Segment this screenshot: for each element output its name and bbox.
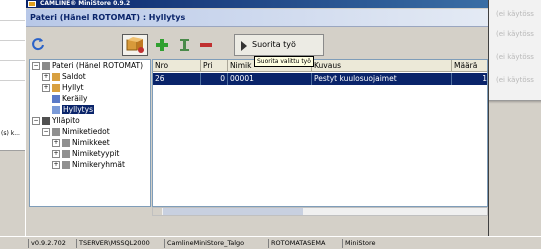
status-bar: v0.9.2.702 TSERVER\MSSQL2000 CamlineMini… <box>0 236 541 249</box>
status-station: ROTOMATASEMA <box>268 239 325 248</box>
background-right-item: (ei käytöss <box>496 76 534 84</box>
status-server: TSERVER\MSSQL2000 <box>76 239 150 248</box>
main-window: CAMLINE® MiniStore 0.9.2 Pateri (Hänel R… <box>25 0 489 236</box>
page-title: Pateri (Hänel ROTOMAT) : Hyllytys <box>30 13 186 22</box>
play-icon <box>241 41 247 51</box>
tree-item-label: Nimikkeet <box>72 138 110 147</box>
tooltip: Suorita valittu työ <box>254 56 314 67</box>
grid-icon <box>62 161 70 169</box>
table-cell: 0 <box>201 73 228 85</box>
expand-icon[interactable]: + <box>42 84 50 92</box>
column-header[interactable]: Pri <box>201 60 228 72</box>
table-cell: Pestyt kuulosuojaimet <box>312 73 452 85</box>
collapse-icon[interactable]: − <box>32 62 40 70</box>
edit-button[interactable] <box>178 34 190 56</box>
grid-icon <box>62 139 70 147</box>
app-icon <box>28 1 36 7</box>
tree-item-label: Keräily <box>62 94 88 103</box>
refresh-button[interactable] <box>30 34 46 56</box>
add-button[interactable] <box>155 34 169 56</box>
navigation-tree[interactable]: − Pateri (Hänel ROTOMAT) + Saldot + Hyllyt … <box>29 59 151 207</box>
column-header[interactable]: Määrä <box>452 60 487 72</box>
add-icon <box>156 39 168 51</box>
folder-icon <box>42 62 50 70</box>
table-cell: 1 <box>482 74 487 83</box>
tree-item-root[interactable]: − Pateri (Hänel ROTOMAT) <box>32 61 143 71</box>
delete-button[interactable] <box>199 34 215 56</box>
scroll-thumb[interactable] <box>163 208 303 215</box>
tree-item-nimiketyypit[interactable]: + Nimiketyypit <box>52 149 119 159</box>
tree-item-label: Nimiketiedot <box>62 127 110 136</box>
status-database: CamlineMiniStore_Talgo <box>164 239 244 248</box>
shelf-icon <box>126 37 144 53</box>
shelving-button[interactable] <box>122 34 148 56</box>
expand-icon[interactable]: + <box>52 150 60 158</box>
grid-icon <box>62 150 70 158</box>
column-header[interactable]: Kuvaus <box>312 60 452 72</box>
tree-item-label: Pateri (Hänel ROTOMAT) <box>52 61 144 70</box>
tree-item-kerailly[interactable]: Keräily <box>52 94 87 104</box>
tree-item-label: Nimiketyypit <box>72 149 120 158</box>
horizontal-scrollbar[interactable] <box>152 207 488 216</box>
tree-item-hyllytys[interactable]: Hyllytys <box>52 105 94 115</box>
tree-item-label: Hyllytys <box>62 105 94 114</box>
tree-item-label: Saldot <box>62 72 86 81</box>
status-app: MiniStore <box>342 239 376 248</box>
collapse-icon[interactable]: − <box>32 117 40 125</box>
tree-item-yllapito[interactable]: − Ylläpito <box>32 116 80 126</box>
refresh-icon <box>32 38 44 51</box>
background-right-item: (ei käytöss <box>496 53 534 61</box>
window-titlebar[interactable]: CAMLINE® MiniStore 0.9.2 <box>26 0 488 8</box>
background-window-left: (s) k... <box>0 0 27 173</box>
run-task-button[interactable]: Suorita työ <box>234 34 324 56</box>
page-header: Pateri (Hänel ROTOMAT) : Hyllytys <box>26 9 488 27</box>
edit-icon <box>180 39 189 51</box>
background-left-text: (s) k... <box>1 130 20 137</box>
tree-item-hyllyt[interactable]: + Hyllyt <box>42 83 84 93</box>
status-version: v0.9.2.702 <box>28 239 66 248</box>
grid-icon <box>52 128 60 136</box>
box-icon <box>52 84 60 92</box>
tools-icon <box>42 117 50 125</box>
window-title: CAMLINE® MiniStore 0.9.2 <box>40 0 131 7</box>
table-cell: 00001 <box>228 73 312 85</box>
tree-item-nimikkeet[interactable]: + Nimikkeet <box>52 138 110 148</box>
box-icon <box>52 73 60 81</box>
expand-icon[interactable]: + <box>42 73 50 81</box>
background-window-right: (ei käytöss (ei käytöss (ei käytöss (ei … <box>485 0 541 101</box>
task-grid[interactable]: Nro Pri Nimik Kuvaus Määrä 26 0 00001 Pe… <box>152 59 488 207</box>
shelf-icon <box>52 106 60 114</box>
picking-icon <box>52 95 60 103</box>
column-header[interactable]: Nro <box>153 60 201 72</box>
background-right-item: (ei käytöss <box>496 10 534 18</box>
tree-item-nimikeryhmat[interactable]: + Nimikeryhmät <box>52 160 125 170</box>
collapse-icon[interactable]: − <box>42 128 50 136</box>
expand-icon[interactable]: + <box>52 139 60 147</box>
tree-item-nimiketiedot[interactable]: − Nimiketiedot <box>42 127 110 137</box>
tree-item-saldot[interactable]: + Saldot <box>42 72 86 82</box>
table-cell: 26 <box>153 73 201 85</box>
background-right-item: (ei käytöss <box>496 30 534 38</box>
table-row[interactable]: 26 0 00001 Pestyt kuulosuojaimet 1 <box>153 73 487 85</box>
tree-item-label: Nimikeryhmät <box>72 160 125 169</box>
run-task-label: Suorita työ <box>252 40 296 49</box>
delete-icon <box>200 43 212 47</box>
tree-item-label: Ylläpito <box>52 116 80 125</box>
tree-item-label: Hyllyt <box>62 83 84 92</box>
scroll-left-button[interactable] <box>153 208 162 215</box>
expand-icon[interactable]: + <box>52 161 60 169</box>
